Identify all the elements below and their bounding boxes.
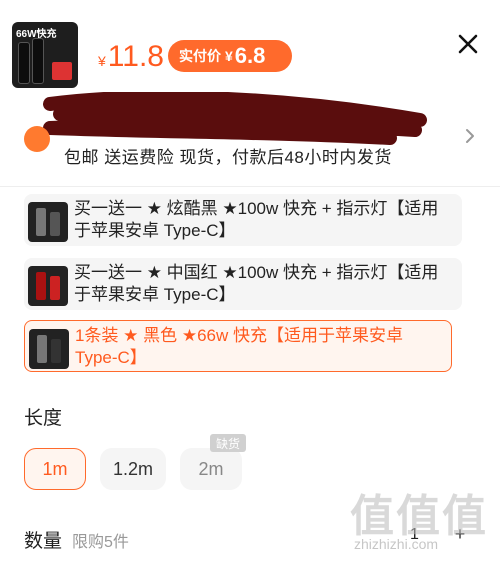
actual-price-label: 实付价 <box>179 48 221 64</box>
variant-option[interactable]: 买一送一 ★ 炫酷黑 ★100w 快充 + 指示灯【适用于苹果安卓 Type-C… <box>24 194 462 246</box>
currency-symbol: ¥ <box>98 53 106 69</box>
actual-price-value: 6.8 <box>234 43 266 68</box>
length-option-label: 1m <box>42 458 68 479</box>
shipping-info: 包邮 送运费险 现货，付款后48小时内发货 <box>64 148 392 167</box>
watermark-domain: zhizhizhi.com <box>354 536 439 552</box>
length-option-1-2m[interactable]: 1.2m <box>100 448 166 490</box>
out-of-stock-badge: 缺货 <box>210 434 246 452</box>
pack-image <box>52 62 72 80</box>
variant-option-selected[interactable]: 1条装 ★ 黑色 ★66w 快充【适用于苹果安卓 Type-C】 <box>24 320 452 372</box>
watermark: 值值值 zhizhizhi.com <box>350 480 500 562</box>
cable-image <box>32 38 44 84</box>
variant-image <box>28 202 68 242</box>
length-title: 长度 <box>24 408 63 429</box>
variant-option[interactable]: 买一送一 ★ 中国红 ★100w 快充 + 指示灯【适用于苹果安卓 Type-C… <box>24 258 462 310</box>
variant-label: 买一送一 ★ 中国红 ★100w 快充 + 指示灯【适用于苹果安卓 Type-C… <box>74 263 439 304</box>
variant-image <box>28 266 68 306</box>
chevron-right-icon[interactable] <box>462 126 478 146</box>
quantity-label: 数量 <box>24 531 63 552</box>
length-option-2m[interactable]: 2m <box>180 448 242 490</box>
variant-label: 1条装 ★ 黑色 ★66w 快充【适用于苹果安卓 Type-C】 <box>75 326 404 367</box>
original-price: ¥ 11.8 <box>98 40 164 74</box>
product-thumbnail: 66W快充 <box>12 22 78 88</box>
actual-price-badge: 实付价 ¥ 6.8 <box>168 40 292 72</box>
shipping-icon <box>24 126 50 152</box>
close-icon[interactable] <box>454 30 482 58</box>
variant-label: 买一送一 ★ 炫酷黑 ★100w 快充 + 指示灯【适用于苹果安卓 Type-C… <box>74 199 439 240</box>
cable-image <box>18 42 30 84</box>
watermark-chars: 值值值 <box>350 492 488 541</box>
original-price-value: 11.8 <box>107 40 164 73</box>
actual-price-currency: ¥ <box>225 48 233 64</box>
variant-image <box>29 329 69 369</box>
length-option-label: 2m <box>198 458 224 479</box>
length-option-label: 1.2m <box>112 458 154 479</box>
quantity-limit: 限购5件 <box>72 534 129 551</box>
length-option-1m[interactable]: 1m <box>24 448 86 490</box>
divider <box>0 186 500 187</box>
